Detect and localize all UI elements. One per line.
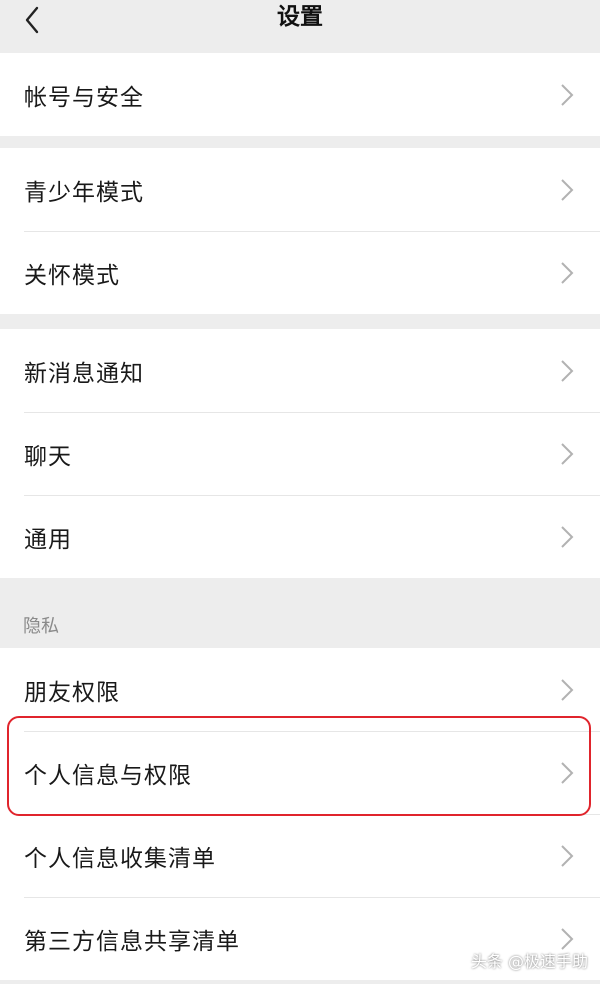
- menu-item-label: 个人信息与权限: [24, 762, 192, 789]
- menu-item-care-mode[interactable]: 关怀模式: [0, 231, 600, 314]
- settings-group-account: 帐号与安全: [0, 53, 600, 136]
- menu-item-chat[interactable]: 聊天: [0, 412, 600, 495]
- menu-item-label: 新消息通知: [24, 360, 144, 387]
- watermark: 头条 @极速手助: [470, 952, 588, 971]
- menu-item-label: 朋友权限: [24, 679, 120, 706]
- menu-item-personal-info-collection-list[interactable]: 个人信息收集清单: [0, 814, 600, 897]
- menu-item-general[interactable]: 通用: [0, 495, 600, 578]
- chevron-right-icon: [561, 678, 574, 701]
- menu-item-label: 帐号与安全: [24, 84, 144, 111]
- chevron-right-icon: [561, 844, 574, 867]
- menu-item-friend-permissions[interactable]: 朋友权限: [0, 648, 600, 731]
- menu-item-label: 个人信息收集清单: [24, 845, 216, 872]
- menu-item-label: 通用: [24, 526, 72, 553]
- chevron-right-icon: [561, 761, 574, 784]
- menu-item-account-security[interactable]: 帐号与安全: [0, 53, 600, 136]
- chevron-right-icon: [561, 83, 574, 106]
- settings-group-modes: 青少年模式 关怀模式: [0, 148, 600, 314]
- menu-item-new-message-notification[interactable]: 新消息通知: [0, 329, 600, 412]
- menu-item-personal-info-permissions[interactable]: 个人信息与权限: [0, 731, 600, 814]
- menu-item-label: 青少年模式: [24, 179, 144, 206]
- menu-item-label: 聊天: [24, 443, 72, 470]
- menu-item-youth-mode[interactable]: 青少年模式: [0, 148, 600, 231]
- menu-item-label: 第三方信息共享清单: [24, 928, 240, 955]
- page-title: 设置: [277, 4, 323, 30]
- chevron-right-icon: [561, 359, 574, 382]
- menu-item-label: 关怀模式: [24, 262, 120, 289]
- chevron-right-icon: [561, 178, 574, 201]
- section-header-privacy: 隐私: [23, 616, 59, 637]
- chevron-right-icon: [561, 927, 574, 950]
- nav-bar: 设置: [0, 0, 600, 50]
- settings-group-general: 新消息通知 聊天 通用: [0, 329, 600, 578]
- chevron-right-icon: [561, 525, 574, 548]
- settings-group-privacy: 朋友权限 个人信息与权限 个人信息收集清单 第三方信息共享清单: [0, 648, 600, 980]
- chevron-right-icon: [561, 261, 574, 284]
- chevron-right-icon: [561, 442, 574, 465]
